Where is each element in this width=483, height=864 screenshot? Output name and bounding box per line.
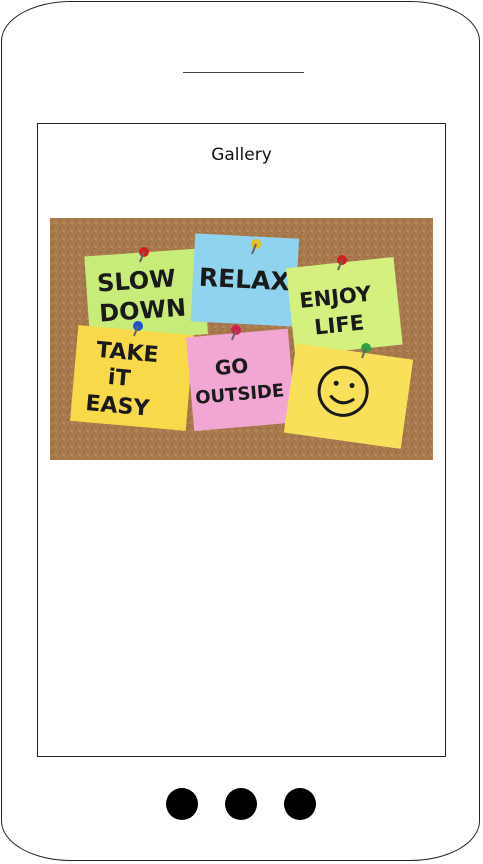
note-relax: RELAX (190, 233, 300, 327)
nav-dot-right[interactable] (284, 788, 316, 820)
nav-dot-center[interactable] (225, 788, 257, 820)
note-text-go: GO (214, 353, 249, 380)
screen-title: Gallery (211, 145, 272, 165)
note-take-it-easy: TAKE iT EASY (70, 325, 194, 431)
note-text-it: iT (107, 365, 132, 392)
note-text-slow: SLOW (96, 264, 176, 297)
note-text-relax: RELAX (198, 263, 290, 297)
note-enjoy-life: ENJOY LIFE (286, 256, 403, 356)
speaker-slot (183, 72, 304, 73)
note-go-outside: GO OUTSIDE (186, 328, 296, 432)
nav-dot-left[interactable] (166, 788, 198, 820)
phone-screen: Gallery SLOW DOWN RELAX ENJOY LIFE TAKE … (37, 123, 446, 757)
gallery-image[interactable]: SLOW DOWN RELAX ENJOY LIFE TAKE iT EASY (50, 218, 433, 460)
note-smiley (283, 343, 414, 449)
